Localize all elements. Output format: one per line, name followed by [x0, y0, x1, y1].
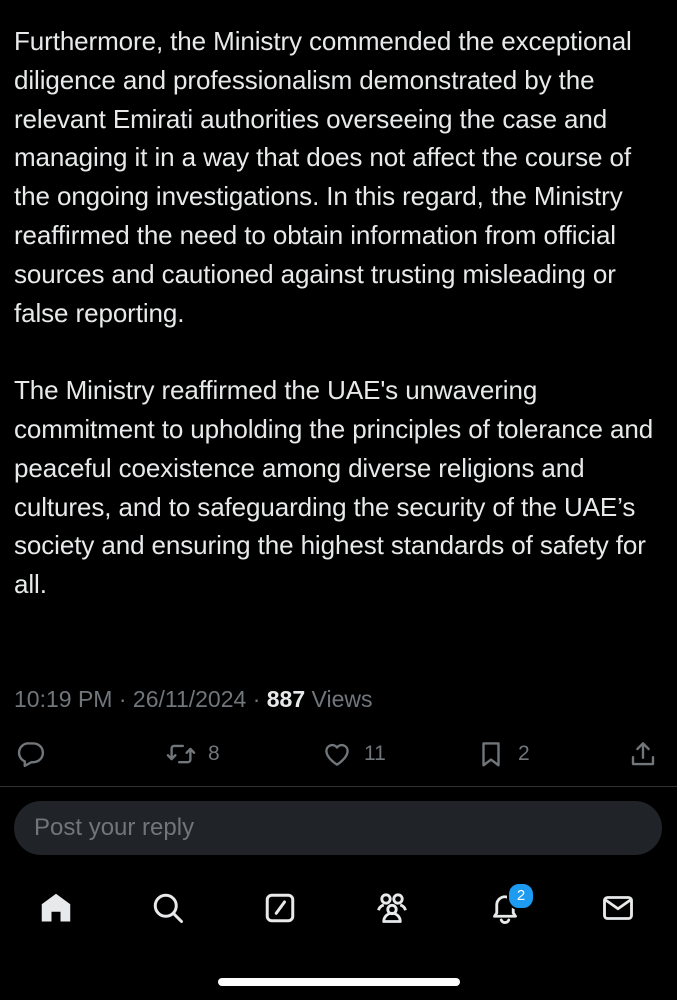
bottom-tab-bar: 2	[0, 880, 677, 936]
tab-communities[interactable]	[372, 888, 412, 928]
views-label[interactable]: Views	[312, 686, 373, 712]
search-icon	[153, 893, 183, 923]
tweet-text: Furthermore, the Ministry commended the …	[14, 22, 666, 604]
repost-count: 8	[208, 742, 220, 765]
tab-notifications[interactable]: 2	[485, 882, 535, 928]
repost-button[interactable]: 8	[166, 734, 220, 774]
meta-separator: ·	[118, 686, 127, 712]
views-count: 887	[266, 686, 306, 712]
communities-icon	[377, 893, 407, 923]
notifications-badge: 2	[507, 882, 535, 910]
post-date: 26/11/2024	[132, 686, 247, 712]
like-button[interactable]: 11	[322, 734, 386, 774]
home-indicator[interactable]	[218, 978, 460, 986]
tweet-metadata: 10:19 PM · 26/11/2024 · 887 Views	[14, 684, 372, 714]
divider	[0, 786, 677, 787]
tab-messages[interactable]	[598, 888, 638, 928]
bookmark-button[interactable]: 2	[476, 734, 530, 774]
messages-icon	[603, 896, 633, 920]
heart-icon	[325, 743, 349, 766]
post-time: 10:19 PM	[14, 686, 113, 712]
tab-home[interactable]	[36, 888, 76, 928]
bookmark-count: 2	[518, 742, 530, 765]
tweet-paragraph-1: Furthermore, the Ministry commended the …	[14, 26, 632, 328]
share-button[interactable]	[628, 734, 658, 774]
compose-icon	[265, 893, 295, 923]
reply-icon	[17, 742, 45, 768]
reply-button[interactable]	[16, 734, 46, 774]
like-count: 11	[364, 742, 386, 765]
tab-compose[interactable]	[260, 888, 300, 928]
repost-icon	[166, 744, 196, 764]
share-icon	[631, 742, 655, 766]
tab-search[interactable]	[148, 888, 188, 928]
meta-separator: ·	[252, 686, 261, 712]
bookmark-icon	[482, 742, 500, 767]
reply-input[interactable]	[14, 801, 662, 855]
tweet-paragraph-2: The Ministry reaffirmed the UAE's unwave…	[14, 375, 654, 600]
home-icon	[41, 893, 71, 922]
tweet-action-bar: 8 11 2	[0, 734, 677, 774]
